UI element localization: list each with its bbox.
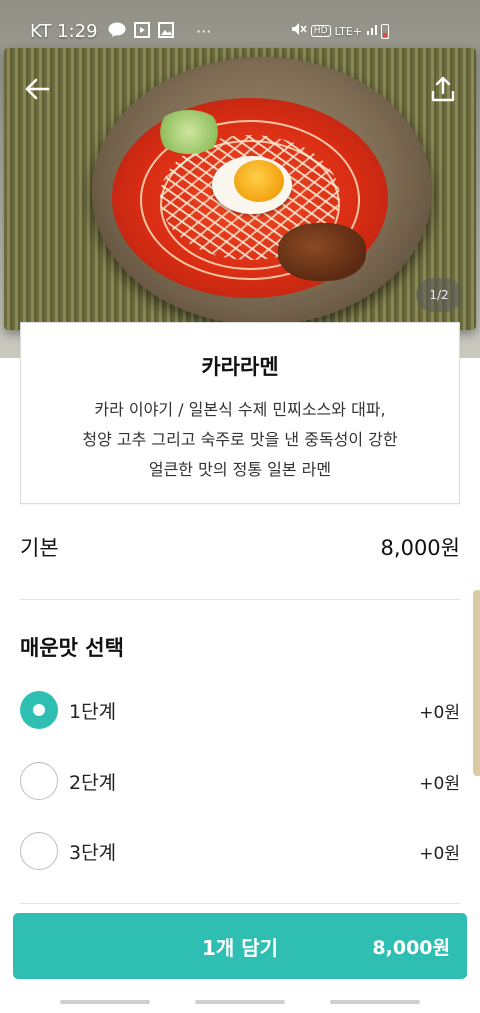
radio-checked-icon[interactable] [20,691,58,729]
talk-icon [108,22,126,42]
spicy-option-3[interactable]: 3단계 +0원 [20,831,460,871]
divider [20,599,460,600]
notification-icons: ··· [108,22,211,42]
option-price: +0원 [419,843,460,864]
spicy-option-1[interactable]: 1단계 +0원 [20,690,460,730]
more-notifications: ··· [196,22,212,41]
status-bar: KT 1:29 ··· HD LTE+ [0,0,480,62]
back-button[interactable] [20,72,54,106]
video-icon [134,22,150,42]
hd-badge: HD [310,25,331,37]
option-label: 2단계 [69,771,117,794]
option-label: 3단계 [69,841,117,864]
add-to-cart-button[interactable]: 1개 담기 8,000원 [13,913,467,979]
arrow-left-icon [25,78,50,100]
menu-description-line: 카라 이야기 / 일본식 수제 민찌소스와 대파, [94,400,386,419]
egg-yolk [234,160,284,202]
radio-unchecked-icon[interactable] [20,762,58,800]
spicy-option-2[interactable]: 2단계 +0원 [20,761,460,801]
home-button[interactable] [195,1000,285,1004]
menu-description: 카라 이야기 / 일본식 수제 민찌소스와 대파, 청양 고추 그리고 숙주로 … [21,395,459,485]
menu-description-line: 청양 고추 그리고 숙주로 맛을 낸 중독성이 강한 [82,430,398,449]
battery-icon [381,24,389,39]
signal-icon [366,22,380,40]
status-time: KT 1:29 [30,21,98,42]
option-price: +0원 [419,773,460,794]
mute-icon [291,22,307,40]
network-label: LTE+ [334,24,363,38]
share-button[interactable] [426,72,460,106]
status-right: HD LTE+ [291,22,380,40]
recent-apps-button[interactable] [60,1000,150,1004]
image-page-indicator: 1/2 [416,278,462,312]
base-price-row: 기본 8,000원 [20,532,460,562]
menu-description-line: 얼큰한 맛의 정통 일본 라멘 [148,460,332,479]
back-nav-button[interactable] [330,1000,420,1004]
image-icon [158,22,174,42]
edge-panel-handle[interactable] [473,590,480,776]
green-onion [155,110,223,154]
menu-info-card: 카라라멘 카라 이야기 / 일본식 수제 민찌소스와 대파, 청양 고추 그리고… [20,322,460,504]
spicy-section-title: 매운맛 선택 [20,636,124,660]
system-nav-bar [0,993,480,1013]
base-label: 기본 [20,536,59,560]
divider [20,903,460,904]
cart-button-price: 8,000원 [372,936,450,959]
base-price: 8,000원 [380,536,460,560]
option-price: +0원 [419,702,460,723]
option-label: 1단계 [69,700,117,723]
radio-unchecked-icon[interactable] [20,832,58,870]
menu-name: 카라라멘 [201,355,279,379]
share-icon [431,76,455,102]
minced-meat [278,223,366,281]
